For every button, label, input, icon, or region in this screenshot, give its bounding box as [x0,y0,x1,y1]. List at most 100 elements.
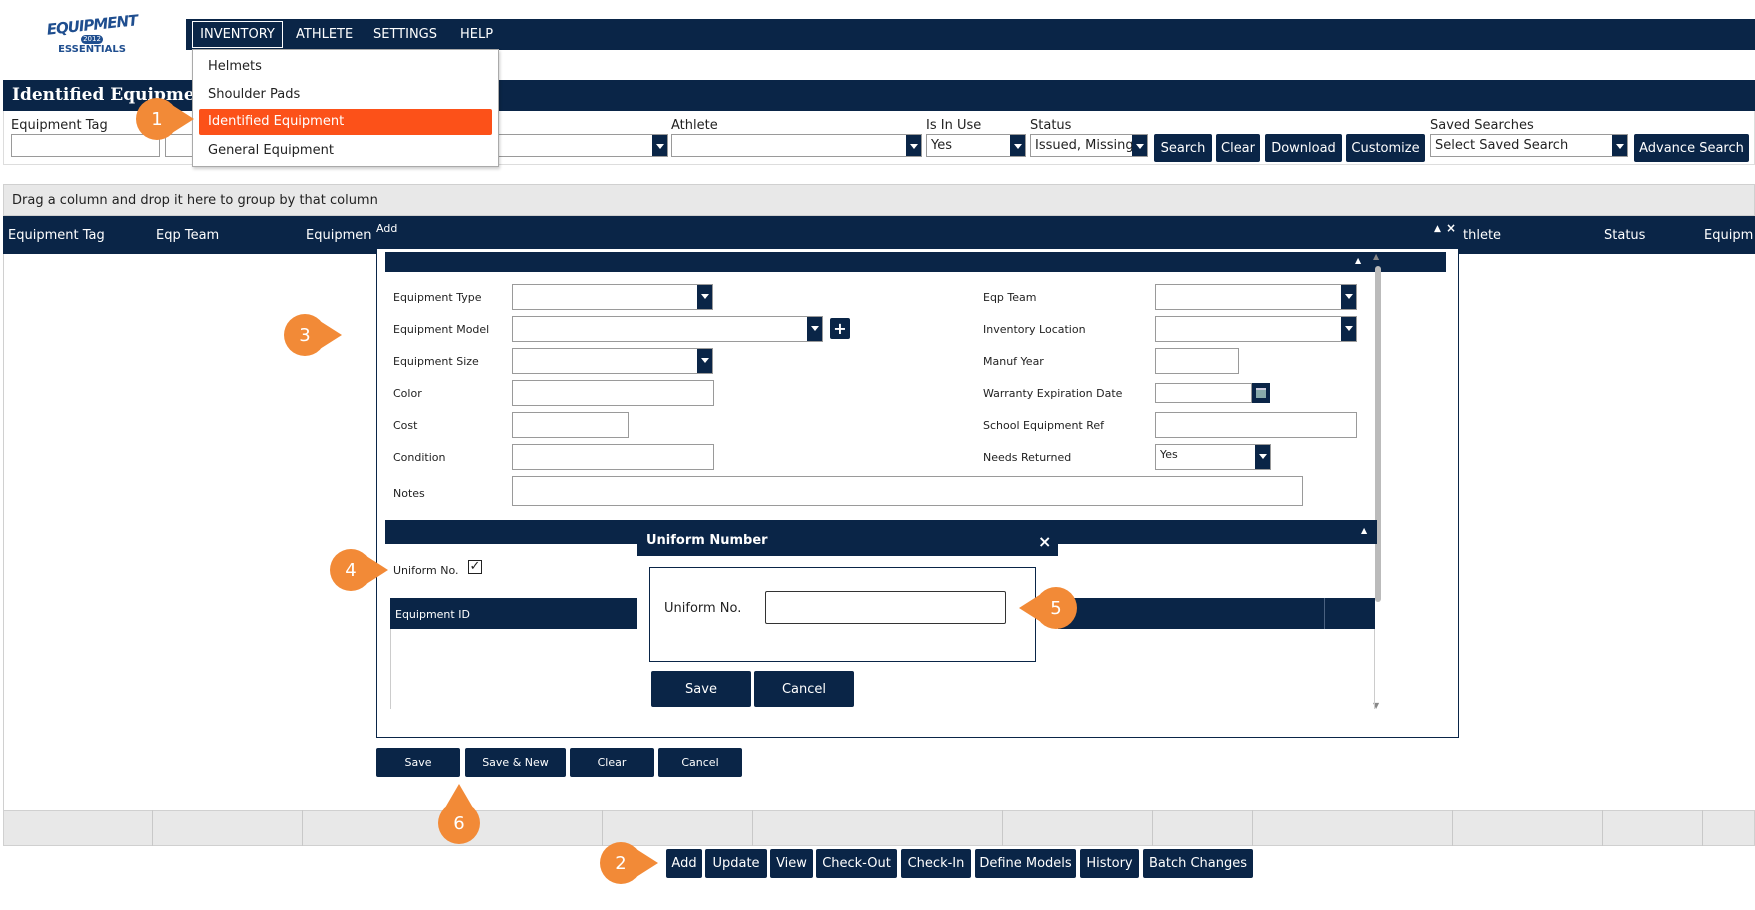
section-collapse-icon[interactable]: ▲ [1355,256,1361,265]
modal-close-icon[interactable]: × [1446,221,1456,235]
add-model-button[interactable]: + [830,318,850,339]
modal-clear-button[interactable]: Clear [570,748,654,777]
sub-grid-border-left [390,629,391,709]
batch-changes-button[interactable]: Batch Changes [1143,849,1253,878]
section-collapse-icon-2[interactable]: ▲ [1361,526,1367,535]
manuf-year-label: Manuf Year [983,355,1044,368]
modal-save-new-button[interactable]: Save & New [465,748,566,777]
needs-returned-select[interactable]: Yes [1155,444,1271,470]
nav-inventory[interactable]: INVENTORY [192,21,283,48]
download-button[interactable]: Download [1265,134,1342,162]
col-equipment-2[interactable]: Equipm [1704,228,1753,243]
define-models-button[interactable]: Define Models [975,849,1076,878]
sub-grid-header-right [1057,598,1375,629]
scrollbar-thumb[interactable] [1375,266,1381,602]
inventory-location-select[interactable] [1155,316,1357,342]
modal-collapse-icon[interactable]: ▲ [1434,224,1441,234]
advance-search-button[interactable]: Advance Search [1634,134,1749,162]
warranty-expiration-label: Warranty Expiration Date [983,387,1123,400]
nav-athlete[interactable]: ATHLETE [296,27,353,42]
callout-marker-2: 2 [600,842,658,884]
page-title: Identified Equipment [12,85,215,105]
menu-item-helmets[interactable]: Helmets [208,59,262,74]
check-in-button[interactable]: Check-In [901,849,971,878]
inventory-location-label: Inventory Location [983,323,1086,336]
nav-help[interactable]: HELP [460,27,493,42]
chevron-down-icon [1341,285,1356,309]
notes-textarea[interactable] [512,476,1303,506]
menu-item-general-equipment[interactable]: General Equipment [208,143,334,158]
chevron-down-icon [1132,135,1147,156]
sub-grid-divider [1324,598,1325,629]
chevron-down-icon [1612,135,1627,156]
uniform-checkbox[interactable]: ✓ [468,560,482,574]
scroll-up-icon[interactable]: ▲ [1373,252,1379,261]
condition-label: Condition [393,451,446,464]
filter-input-2[interactable] [165,134,195,157]
school-equipment-ref-input[interactable] [1155,412,1357,438]
uniform-no-input[interactable] [765,591,1006,624]
uniform-dialog-title: Uniform Number [646,533,768,548]
equipment-id-col[interactable]: Equipment ID [395,608,470,621]
modal-cancel-button[interactable]: Cancel [658,748,742,777]
filter-select-3[interactable] [480,134,668,157]
cost-input[interactable] [512,412,629,438]
saved-searches-label: Saved Searches [1430,118,1534,133]
grid-footer [3,810,1755,846]
col-equipment[interactable]: Equipmen [306,228,371,243]
view-button[interactable]: View [770,849,813,878]
col-eqp-team[interactable]: Eqp Team [156,228,219,243]
uniform-save-button[interactable]: Save [651,671,751,707]
update-button[interactable]: Update [705,849,767,878]
equipment-tag-input[interactable] [11,134,160,157]
in-use-select[interactable]: Yes [926,134,1026,157]
equipment-model-select[interactable] [512,316,823,342]
color-input[interactable] [512,380,714,406]
status-label: Status [1030,118,1072,133]
athlete-label: Athlete [671,118,718,133]
status-select[interactable]: Issued, Missing [1030,134,1148,157]
history-button[interactable]: History [1080,849,1139,878]
chevron-down-icon [906,135,921,156]
manuf-year-input[interactable] [1155,348,1239,374]
check-out-button[interactable]: Check-Out [816,849,897,878]
chevron-down-icon [807,317,822,341]
clear-button[interactable]: Clear [1216,134,1260,162]
modal-save-button[interactable]: Save [376,748,460,777]
close-icon[interactable]: × [1038,532,1051,551]
chevron-down-icon [697,285,712,309]
school-equipment-ref-label: School Equipment Ref [983,419,1105,432]
customize-button[interactable]: Customize [1346,134,1425,162]
calendar-icon[interactable] [1252,383,1270,403]
condition-input[interactable] [512,444,714,470]
eqp-team-select[interactable] [1155,284,1357,310]
equipment-model-label: Equipment Model [393,323,490,336]
callout-marker-4: 4 [330,549,388,591]
nav-settings[interactable]: SETTINGS [373,27,437,42]
warranty-date-input[interactable] [1155,383,1252,403]
saved-search-select[interactable]: Select Saved Search [1430,134,1628,157]
callout-marker-1: 1 [136,98,194,140]
col-status[interactable]: Status [1604,228,1645,243]
callout-marker-5: 5 [1019,587,1077,629]
search-button[interactable]: Search [1154,134,1212,162]
modal-title: Add [376,222,398,235]
athlete-select[interactable] [671,134,922,157]
section-header-details [385,252,1446,272]
menu-item-shoulder-pads[interactable]: Shoulder Pads [208,87,300,102]
group-hint: Drag a column and drop it here to group … [12,193,378,208]
uniform-cancel-button[interactable]: Cancel [754,671,854,707]
chevron-down-icon [1341,317,1356,341]
cost-label: Cost [393,419,418,432]
col-athlete[interactable]: thlete [1463,228,1501,243]
logo: EQUIPMENT 2012 ESSENTIALS [45,11,139,55]
add-button[interactable]: Add [666,849,702,878]
chevron-down-icon [1255,445,1270,469]
in-use-label: Is In Use [926,118,982,133]
col-equipment-tag[interactable]: Equipment Tag [8,228,105,243]
chevron-down-icon [652,135,667,156]
equipment-size-select[interactable] [512,348,713,374]
chevron-down-icon [1010,135,1025,156]
equipment-type-select[interactable] [512,284,713,310]
uniform-dialog-label: Uniform No. [664,601,742,616]
